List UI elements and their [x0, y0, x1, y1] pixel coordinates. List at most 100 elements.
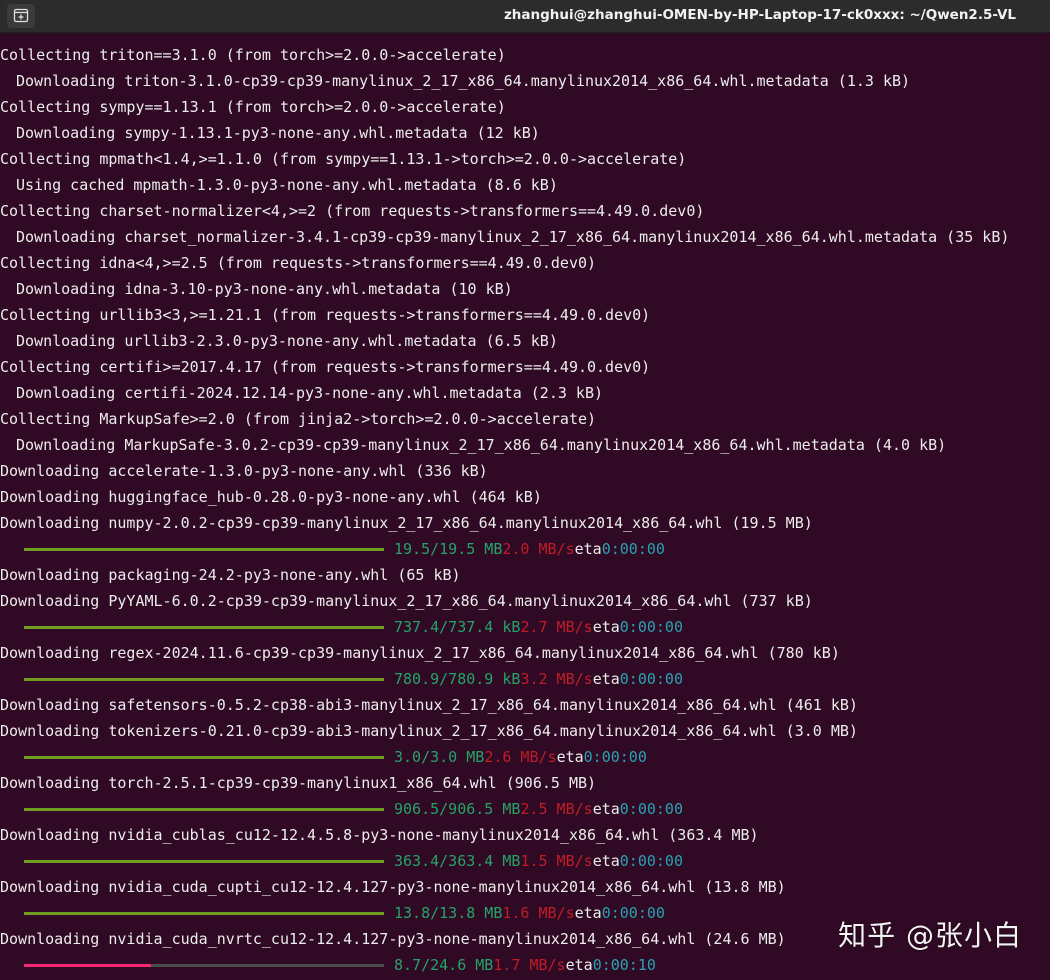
download-rate: 2.7 MB/s — [520, 618, 593, 636]
progress-bar — [24, 677, 384, 681]
output-line: Downloading triton-3.1.0-cp39-cp39-manyl… — [0, 68, 1050, 94]
line-text: Using cached mpmath-1.3.0-py3-none-any.w… — [16, 176, 558, 194]
output-line: Downloading regex-2024.11.6-cp39-cp39-ma… — [0, 640, 1050, 666]
output-line: Using cached mpmath-1.3.0-py3-none-any.w… — [0, 172, 1050, 198]
progress-bar — [24, 547, 384, 551]
progress-bar — [24, 625, 384, 629]
line-text: Downloading PyYAML-6.0.2-cp39-cp39-manyl… — [0, 592, 813, 610]
download-size: 19.5/19.5 MB — [394, 540, 503, 558]
download-size: 363.4/363.4 MB — [394, 852, 521, 870]
line-text: Downloading idna-3.10-py3-none-any.whl.m… — [16, 280, 513, 298]
line-text: Downloading torch-2.5.1-cp39-cp39-manyli… — [0, 774, 597, 792]
output-line: Downloading torch-2.5.1-cp39-cp39-manyli… — [0, 770, 1050, 796]
progress-line: 19.5/19.5 MB 2.0 MB/s eta 0:00:00 — [0, 536, 1050, 562]
download-size: 780.9/780.9 kB — [394, 670, 521, 688]
output-line: Downloading accelerate-1.3.0-py3-none-an… — [0, 458, 1050, 484]
progress-bar — [24, 859, 384, 863]
terminal-output[interactable]: Collecting triton==3.1.0 (from torch>=2.… — [0, 42, 1050, 980]
eta-label: eta — [592, 670, 620, 688]
eta-label: eta — [574, 540, 602, 558]
new-tab-button[interactable] — [7, 4, 35, 28]
output-line: Downloading nvidia_cuda_cupti_cu12-12.4.… — [0, 874, 1050, 900]
download-size: 906.5/906.5 MB — [394, 800, 521, 818]
eta-value: 0:00:00 — [619, 618, 683, 636]
output-line: Downloading packaging-24.2-py3-none-any.… — [0, 562, 1050, 588]
progress-bar-fill — [24, 911, 384, 915]
output-line: Downloading PyYAML-6.0.2-cp39-cp39-manyl… — [0, 588, 1050, 614]
progress-bar — [24, 807, 384, 811]
line-text: Collecting sympy==1.13.1 (from torch>=2.… — [0, 98, 506, 116]
line-text: Collecting idna<4,>=2.5 (from requests->… — [0, 254, 597, 272]
line-text: Downloading MarkupSafe-3.0.2-cp39-cp39-m… — [16, 436, 947, 454]
eta-label: eta — [592, 800, 620, 818]
eta-value: 0:00:00 — [601, 904, 665, 922]
eta-label: eta — [556, 748, 584, 766]
line-text: Downloading urllib3-2.3.0-py3-none-any.w… — [16, 332, 558, 350]
progress-line: 8.7/24.6 MB 1.7 MB/s eta 0:00:10 — [0, 952, 1050, 978]
eta-value: 0:00:00 — [583, 748, 647, 766]
eta-label: eta — [592, 852, 620, 870]
eta-label: eta — [592, 618, 620, 636]
download-size: 3.0/3.0 MB — [394, 748, 485, 766]
progress-bar — [24, 911, 384, 915]
download-rate: 3.2 MB/s — [520, 670, 593, 688]
output-line: Downloading tokenizers-0.21.0-cp39-abi3-… — [0, 718, 1050, 744]
download-rate: 2.0 MB/s — [502, 540, 575, 558]
output-line: Downloading safetensors-0.5.2-cp38-abi3-… — [0, 692, 1050, 718]
progress-bar-fill — [24, 625, 384, 629]
output-line: Collecting urllib3<3,>=1.21.1 (from requ… — [0, 302, 1050, 328]
line-text: Collecting triton==3.1.0 (from torch>=2.… — [0, 46, 506, 64]
output-line: Downloading huggingface_hub-0.28.0-py3-n… — [0, 484, 1050, 510]
line-text: Downloading nvidia_cuda_cupti_cu12-12.4.… — [0, 878, 786, 896]
progress-bar-fill — [24, 677, 384, 681]
download-rate: 2.5 MB/s — [520, 800, 593, 818]
output-line: Downloading sympy-1.13.1-py3-none-any.wh… — [0, 120, 1050, 146]
progress-bar-fill — [24, 547, 384, 551]
line-text: Collecting mpmath<1.4,>=1.1.0 (from symp… — [0, 150, 687, 168]
output-line: Collecting triton==3.1.0 (from torch>=2.… — [0, 42, 1050, 68]
eta-value: 0:00:00 — [601, 540, 665, 558]
progress-bar — [24, 755, 384, 759]
output-line: Collecting sympy==1.13.1 (from torch>=2.… — [0, 94, 1050, 120]
output-line: Collecting mpmath<1.4,>=1.1.0 (from symp… — [0, 146, 1050, 172]
progress-bar-fill — [24, 963, 152, 967]
eta-value: 0:00:00 — [619, 852, 683, 870]
progress-bar-fill — [24, 859, 384, 863]
output-line: Collecting charset-normalizer<4,>=2 (fro… — [0, 198, 1050, 224]
output-line: Downloading certifi-2024.12.14-py3-none-… — [0, 380, 1050, 406]
output-line: Downloading numpy-2.0.2-cp39-cp39-manyli… — [0, 510, 1050, 536]
terminal-window: zhanghui@zhanghui-OMEN-by-HP-Laptop-17-c… — [0, 0, 1050, 980]
line-text: Collecting MarkupSafe>=2.0 (from jinja2-… — [0, 410, 597, 428]
window-title: zhanghui@zhanghui-OMEN-by-HP-Laptop-17-c… — [503, 7, 1017, 23]
line-text: Downloading certifi-2024.12.14-py3-none-… — [16, 384, 603, 402]
eta-value: 0:00:10 — [592, 956, 656, 974]
download-size: 13.8/13.8 MB — [394, 904, 503, 922]
line-text: Downloading triton-3.1.0-cp39-cp39-manyl… — [16, 72, 911, 90]
progress-bar-fill — [24, 755, 384, 759]
output-line: Downloading MarkupSafe-3.0.2-cp39-cp39-m… — [0, 432, 1050, 458]
download-rate: 1.5 MB/s — [520, 852, 593, 870]
line-text: Collecting urllib3<3,>=1.21.1 (from requ… — [0, 306, 651, 324]
progress-line: 906.5/906.5 MB 2.5 MB/s eta 0:00:00 — [0, 796, 1050, 822]
line-text: Downloading packaging-24.2-py3-none-any.… — [0, 566, 461, 584]
line-text: Downloading tokenizers-0.21.0-cp39-abi3-… — [0, 722, 858, 740]
line-text: Downloading charset_normalizer-3.4.1-cp3… — [16, 228, 1010, 246]
progress-line: 363.4/363.4 MB 1.5 MB/s eta 0:00:00 — [0, 848, 1050, 874]
line-text: Downloading numpy-2.0.2-cp39-cp39-manyli… — [0, 514, 813, 532]
output-line: Collecting certifi>=2017.4.17 (from requ… — [0, 354, 1050, 380]
progress-line: 780.9/780.9 kB 3.2 MB/s eta 0:00:00 — [0, 666, 1050, 692]
download-rate: 1.6 MB/s — [502, 904, 575, 922]
line-text: Downloading regex-2024.11.6-cp39-cp39-ma… — [0, 644, 840, 662]
line-text: Downloading huggingface_hub-0.28.0-py3-n… — [0, 488, 542, 506]
progress-line: 3.0/3.0 MB 2.6 MB/s eta 0:00:00 — [0, 744, 1050, 770]
eta-value: 0:00:00 — [619, 800, 683, 818]
progress-bar — [24, 963, 384, 967]
download-size: 737.4/737.4 kB — [394, 618, 521, 636]
title-bar: zhanghui@zhanghui-OMEN-by-HP-Laptop-17-c… — [0, 0, 1050, 33]
line-text: Downloading nvidia_cuda_nvrtc_cu12-12.4.… — [0, 930, 786, 948]
eta-value: 0:00:00 — [619, 670, 683, 688]
watermark: 知乎 @张小白 — [838, 919, 1022, 952]
eta-label: eta — [565, 956, 593, 974]
output-line: Downloading charset_normalizer-3.4.1-cp3… — [0, 224, 1050, 250]
output-line: Collecting idna<4,>=2.5 (from requests->… — [0, 250, 1050, 276]
